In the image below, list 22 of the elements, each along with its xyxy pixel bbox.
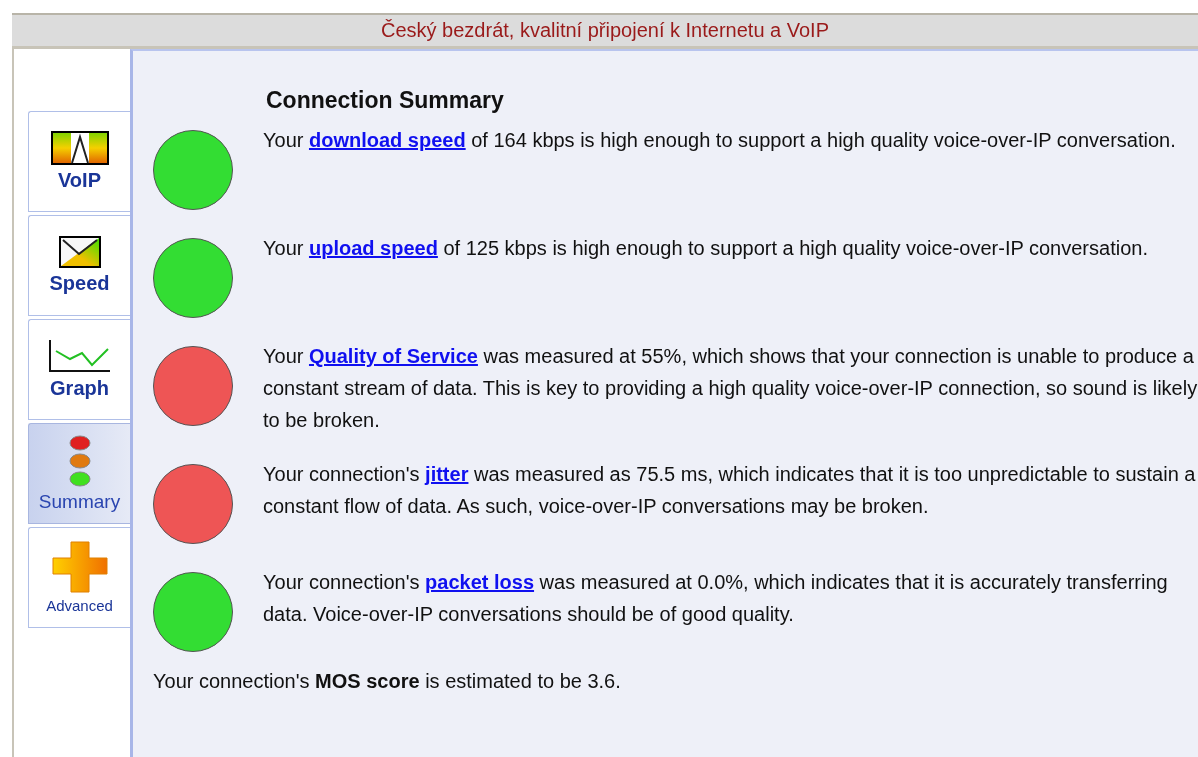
result-text: Your upload speed of 125 kbps is high enough to support a high quality voice-over-IP conversation. <box>263 236 1149 261</box>
result-link[interactable]: packet loss <box>425 571 535 593</box>
result-link[interactable]: upload speed <box>308 237 438 259</box>
line-graph-icon <box>47 339 112 373</box>
mos-score-text: Your connection's MOS score is estimated to be 3.6. <box>153 670 622 693</box>
result-link[interactable]: download speed <box>308 129 466 151</box>
section-title: Connection Summary <box>266 87 505 114</box>
header-title: Český bezdrát, kvalitní připojení k Internetu a VoIP <box>381 19 829 42</box>
tab[interactable]: Speed <box>28 215 130 316</box>
result-text: Your Quality of Service was measured at 55%, which shows that your connection is unable to produce a constant stream of data. This is key to providing a high quality voice-over-IP connection, so sound is likely to be broken. <box>263 344 1198 433</box>
result-link[interactable]: Quality of Service <box>308 345 478 367</box>
tab[interactable]: VoIP <box>28 111 130 212</box>
result-text: Your download speed of 164 kbps is high enough to support a high quality voice-over-IP conversation. <box>263 128 1177 153</box>
traffic-light-icon <box>68 434 91 487</box>
plus-icon <box>51 541 108 593</box>
result-text: Your connection's packet loss was measured at 0.0%, which indicates that it is accurately transferring data. Voice-over-IP conversations should be of good quality. <box>263 570 1169 627</box>
tab[interactable]: Advanced <box>28 527 130 628</box>
result-text: Your connection's jitter was measured as 75.5 ms, which indicates that it is too unpredictable to sustain a constant flow of data. As such, voice-over-IP conversations may be broken. <box>263 462 1197 519</box>
tab[interactable]: Graph <box>28 319 130 420</box>
voip-meter-icon <box>50 131 109 165</box>
tab[interactable]: Summary <box>28 423 130 524</box>
result-link[interactable]: jitter <box>425 463 469 485</box>
